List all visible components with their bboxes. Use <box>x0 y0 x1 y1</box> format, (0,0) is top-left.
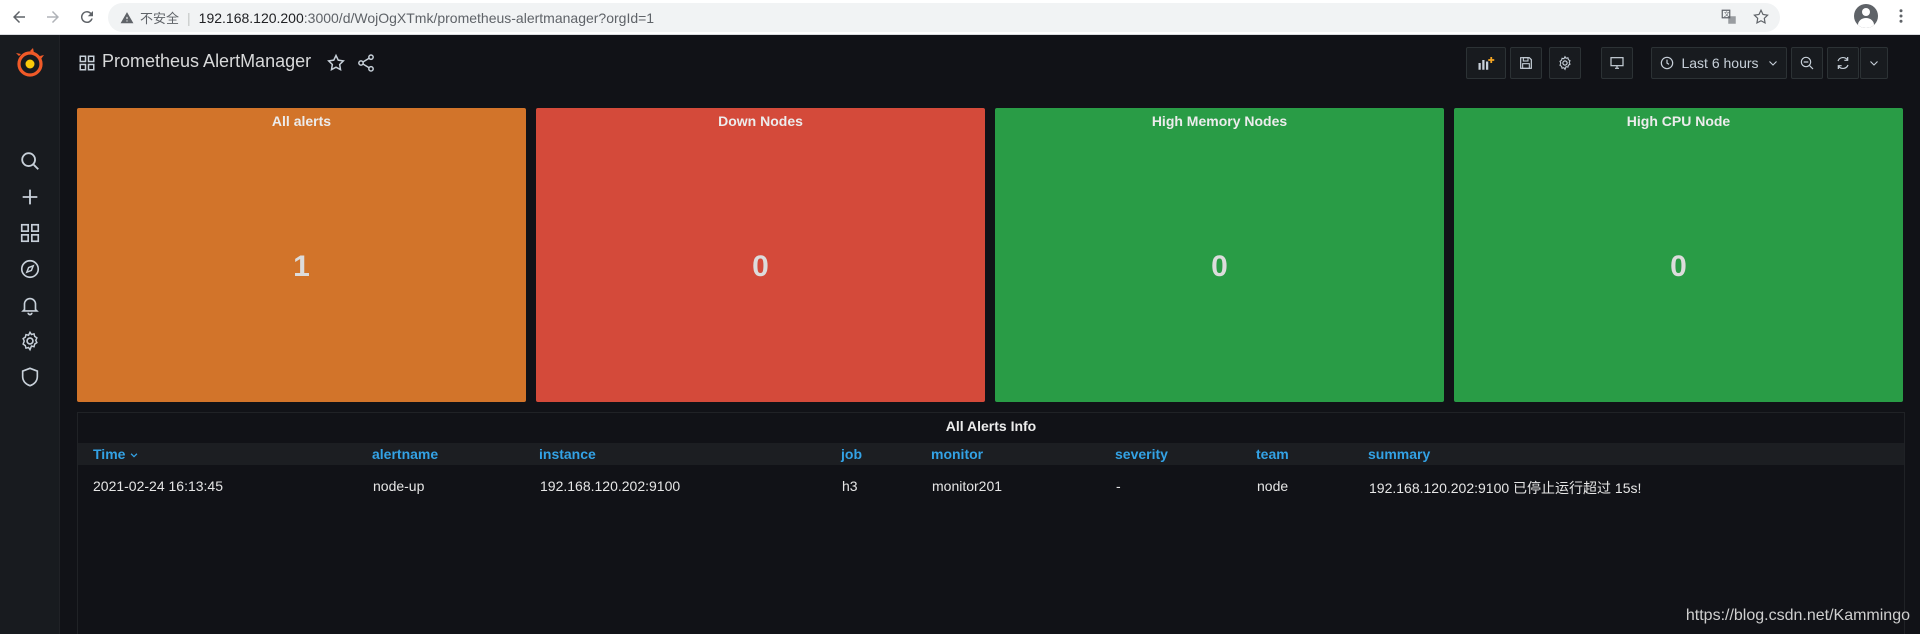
cell-instance: 192.168.120.202:9100 <box>540 478 681 494</box>
column-header-severity[interactable]: severity <box>1115 446 1168 462</box>
reload-button[interactable] <box>72 2 102 32</box>
browser-toolbar: 不安全 | 192.168.120.200:3000/d/WojOgXTmk/p… <box>0 0 1920 35</box>
cell-time: 2021-02-24 16:13:45 <box>93 478 223 494</box>
sidemenu <box>0 35 60 634</box>
column-header-time[interactable]: Time <box>93 446 139 462</box>
panel-title[interactable]: All Alerts Info <box>78 418 1904 434</box>
panel-value: 0 <box>1670 250 1687 283</box>
arrow-right-icon <box>47 11 59 23</box>
panel-title[interactable]: Down Nodes <box>536 113 985 129</box>
column-header-job[interactable]: job <box>841 446 862 462</box>
panel-title[interactable]: All alerts <box>77 113 526 129</box>
url-host: 192.168.120.200 <box>198 9 304 26</box>
bell-alerting-icon[interactable] <box>18 293 42 317</box>
add-panel-icon <box>1478 57 1495 70</box>
cell-severity: - <box>1116 478 1121 494</box>
stat-panel-high-memory-nodes[interactable]: High Memory Nodes 0 <box>995 108 1444 402</box>
clock-icon <box>1661 56 1674 70</box>
translate-icon[interactable]: 文 <box>1720 8 1738 26</box>
reload-icon <box>80 11 93 24</box>
plus-icon[interactable] <box>18 185 42 209</box>
gear-icon <box>1559 55 1571 71</box>
refresh-icon <box>1837 56 1849 70</box>
dashboard-settings-button[interactable] <box>1549 47 1581 79</box>
add-panel-button[interactable] <box>1466 47 1506 79</box>
time-range-label: Last 6 hours <box>1681 55 1759 71</box>
bookmark-star-icon[interactable] <box>1752 8 1770 26</box>
monitor-icon <box>1610 57 1624 69</box>
back-button[interactable] <box>4 2 34 32</box>
sort-chevron-down-icon <box>131 453 138 458</box>
chevron-down-icon <box>1870 61 1878 66</box>
alerts-table-panel: All Alerts Info Time alertname instance … <box>77 412 1905 634</box>
zoom-out-button[interactable] <box>1791 47 1823 79</box>
profile-avatar[interactable] <box>1854 4 1878 28</box>
svg-text:文: 文 <box>1724 10 1730 18</box>
column-header-alertname[interactable]: alertname <box>372 446 438 462</box>
zoom-out-icon <box>1800 56 1814 70</box>
dashboard-title[interactable]: Prometheus AlertManager <box>102 51 311 72</box>
panel-title[interactable]: High CPU Node <box>1454 113 1903 129</box>
cell-job: h3 <box>842 478 858 494</box>
save-dashboard-button[interactable] <box>1510 47 1542 79</box>
panel-title[interactable]: High Memory Nodes <box>995 113 1444 129</box>
tv-mode-button[interactable] <box>1601 47 1633 79</box>
stat-panel-all-alerts[interactable]: All alerts 1 <box>77 108 526 402</box>
dashboards-grid-icon[interactable] <box>18 221 42 245</box>
dashboard-navbar: Prometheus AlertManager Last 6 hours <box>60 35 1920 91</box>
time-picker-button[interactable]: Last 6 hours <box>1651 47 1787 79</box>
grafana-logo-icon[interactable] <box>14 47 46 79</box>
insecure-label: 不安全 <box>140 11 180 26</box>
chevron-down-icon <box>1768 61 1777 66</box>
forward-button[interactable] <box>38 2 68 32</box>
cell-team: node <box>1257 478 1289 494</box>
separator: | <box>187 9 191 26</box>
star-icon[interactable] <box>326 53 346 73</box>
cell-monitor: monitor201 <box>932 478 1003 494</box>
gear-icon[interactable] <box>18 329 42 353</box>
panel-value: 0 <box>752 250 769 283</box>
stat-panel-down-nodes[interactable]: Down Nodes 0 <box>536 108 985 402</box>
panel-value: 1 <box>293 250 310 283</box>
compass-explore-icon[interactable] <box>18 257 42 281</box>
cell-summary: 192.168.120.202:9100 已停止运行超过 15s! <box>1369 480 1642 496</box>
shield-icon[interactable] <box>18 365 42 389</box>
stat-panel-high-cpu-node[interactable]: High CPU Node 0 <box>1454 108 1903 402</box>
dashboard-grid-icon <box>79 55 95 71</box>
column-header-team[interactable]: team <box>1256 446 1289 462</box>
warning-icon <box>120 11 134 25</box>
panel-value: 0 <box>1211 250 1228 283</box>
column-header-summary[interactable]: summary <box>1368 446 1430 462</box>
table-header: Time alertname instance job monitor seve… <box>78 443 1904 465</box>
url-path: :3000/d/WojOgXTmk/prometheus-alertmanage… <box>303 9 655 26</box>
watermark-text: https://blog.csdn.net/Kammingo <box>1685 607 1910 624</box>
table-row: 2021-02-24 16:13:45 node-up 192.168.120.… <box>78 475 1904 499</box>
share-icon[interactable] <box>356 53 376 73</box>
column-header-instance[interactable]: instance <box>539 446 596 462</box>
arrow-left-icon <box>13 11 25 23</box>
save-icon <box>1520 57 1532 69</box>
column-header-monitor[interactable]: monitor <box>931 446 983 462</box>
refresh-button[interactable] <box>1827 47 1859 79</box>
more-menu-icon[interactable] <box>1892 7 1910 25</box>
refresh-interval-button[interactable] <box>1860 47 1888 79</box>
search-icon[interactable] <box>18 149 42 173</box>
cell-alertname: node-up <box>373 478 425 494</box>
address-bar[interactable]: 不安全 | 192.168.120.200:3000/d/WojOgXTmk/p… <box>108 3 1780 32</box>
